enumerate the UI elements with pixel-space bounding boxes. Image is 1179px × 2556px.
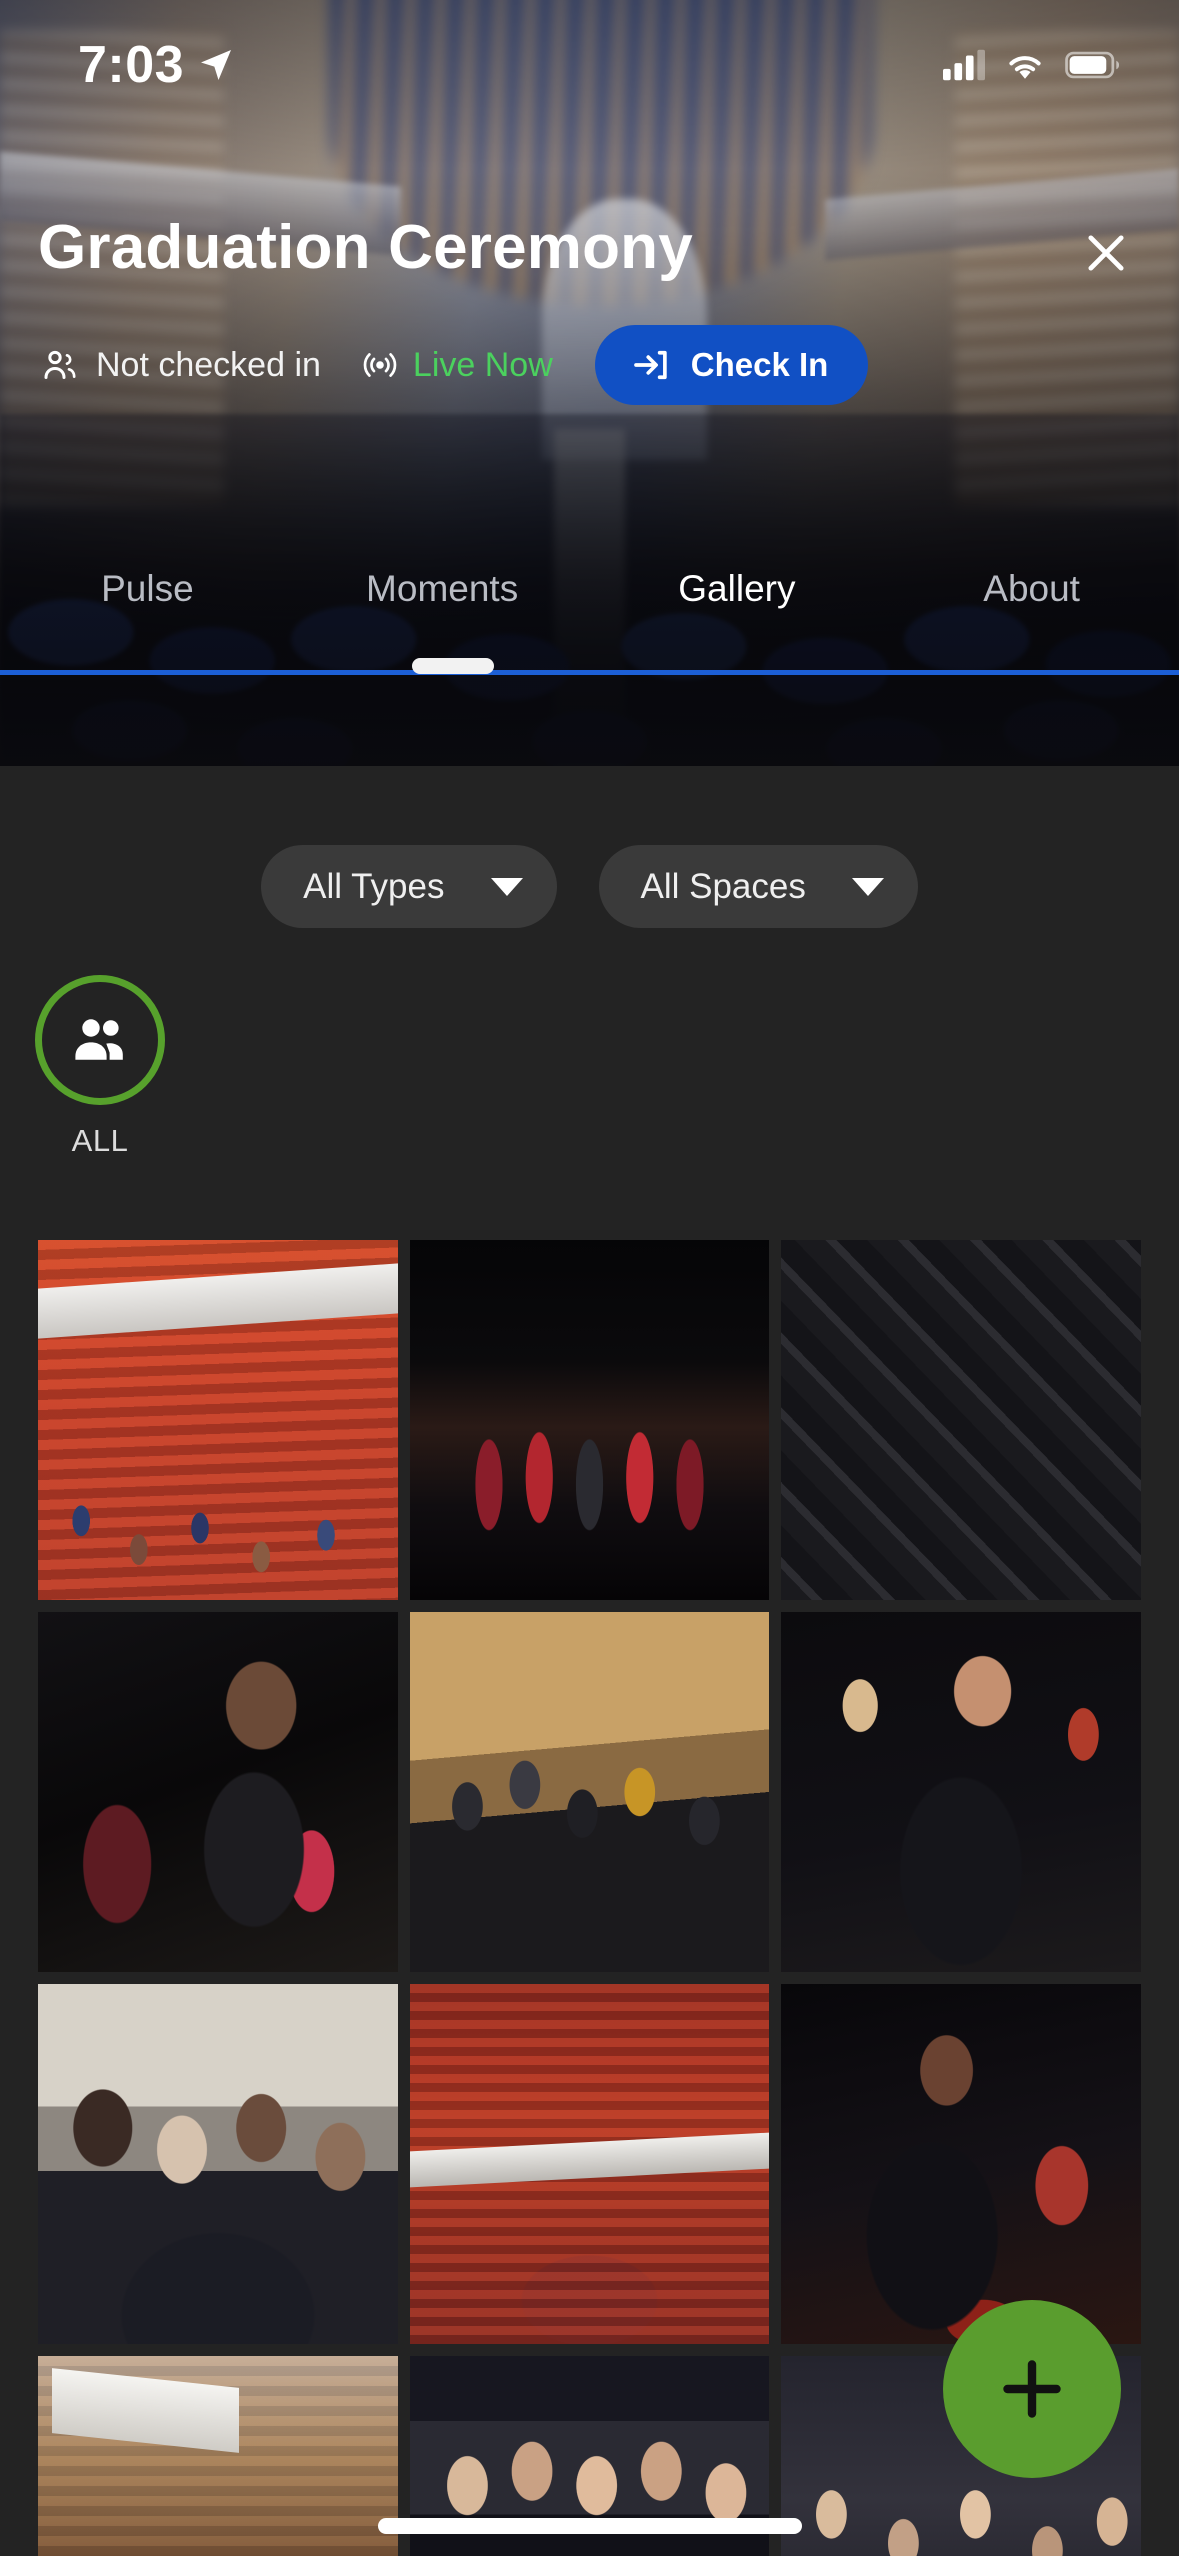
close-button[interactable] [1071, 218, 1141, 288]
filter-all-spaces[interactable]: All Spaces [598, 845, 918, 928]
gallery-image-lecture-hall-audience [38, 2356, 398, 2556]
gallery-tile[interactable] [38, 1240, 398, 1600]
gallery-image-graduation-caps-overhead [781, 1240, 1141, 1600]
app-screen: 7:03 Graduation Ceremony Not checked in … [0, 0, 1179, 2556]
gallery-tile[interactable] [409, 1984, 770, 2344]
chevron-down-icon [851, 877, 884, 896]
avatar [35, 975, 165, 1105]
gallery-image-stage-faculty-robes [409, 1240, 770, 1600]
plus-icon [1003, 2360, 1061, 2418]
checkin-status-label: Not checked in [96, 345, 321, 384]
section-tabs: Pulse Moments Gallery About [0, 560, 1179, 672]
gallery-tile[interactable] [38, 1612, 398, 1972]
gallery-tile[interactable] [38, 1984, 398, 2344]
broadcast-icon [363, 353, 397, 377]
tab-pulse[interactable]: Pulse [0, 560, 295, 610]
live-indicator: Live Now [361, 346, 553, 385]
status-bar: 7:03 [0, 0, 1179, 130]
gallery-image-graduates-celebrating [409, 1612, 770, 1972]
filter-all-spaces-label: All Spaces [640, 866, 806, 906]
home-indicator [377, 2518, 802, 2534]
people-icon [44, 350, 76, 379]
people-filter-row: ALL [32, 975, 168, 1159]
checkin-status: Not checked in [40, 345, 321, 385]
gallery-image-auditorium-crowd [38, 1240, 398, 1600]
event-meta-row: Not checked in Live Now Check In [40, 325, 869, 405]
status-bar-left: 7:03 [78, 35, 236, 95]
sign-in-icon [633, 350, 667, 380]
tab-moments[interactable]: Moments [295, 560, 590, 610]
gallery-tile[interactable] [781, 1984, 1141, 2344]
gallery-image-graduate-handshake [38, 1612, 398, 1972]
check-in-button[interactable]: Check In [594, 325, 869, 405]
people-icon [75, 1019, 123, 1060]
tab-about[interactable]: About [884, 560, 1179, 610]
gallery-image-graduate-arms-raised [781, 1984, 1141, 2344]
chevron-down-icon [490, 877, 523, 896]
close-icon [1088, 235, 1124, 271]
active-tab-indicator [412, 658, 494, 674]
live-label: Live Now [412, 345, 553, 384]
gallery-tile[interactable] [409, 1612, 770, 1972]
page-title: Graduation Ceremony [38, 213, 693, 282]
status-bar-right [943, 48, 1119, 82]
tab-gallery[interactable]: Gallery [590, 560, 885, 610]
gallery-tile[interactable] [781, 1240, 1141, 1600]
gallery-image-graduate-pointing [781, 1612, 1141, 1972]
location-arrow-icon [201, 50, 232, 80]
gallery-image-graduates-with-programs [38, 1984, 398, 2344]
wifi-icon [1009, 56, 1041, 79]
gallery-tile[interactable] [409, 1240, 770, 1600]
people-filter-all[interactable]: ALL [32, 975, 168, 1159]
battery-icon [1065, 51, 1119, 79]
add-button[interactable] [943, 2300, 1121, 2478]
filter-all-types-label: All Types [303, 866, 445, 906]
people-filter-all-label: ALL [71, 1123, 129, 1158]
gallery-image-concert-hall-ceremony [409, 1984, 770, 2344]
filter-all-types[interactable]: All Types [261, 845, 557, 928]
filter-bar: All Types All Spaces [0, 845, 1179, 928]
check-in-button-label: Check In [690, 346, 829, 383]
gallery-tile[interactable] [781, 1612, 1141, 1972]
cellular-bars-icon [943, 49, 985, 81]
gallery-tile[interactable] [38, 2356, 398, 2556]
status-bar-time: 7:03 [78, 36, 185, 94]
tab-underline [0, 670, 1179, 675]
